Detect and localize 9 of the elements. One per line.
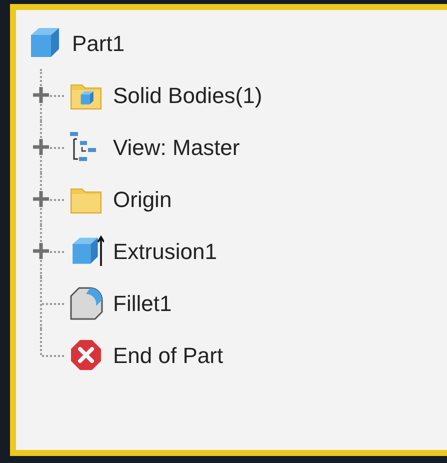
tree-item[interactable]: View: Master: [113, 130, 240, 164]
tree-item[interactable]: Origin: [113, 182, 172, 216]
stop-icon: [68, 337, 104, 373]
tree-item[interactable]: Solid Bodies(1): [113, 78, 262, 112]
fillet-icon: [68, 285, 104, 321]
tree-item[interactable]: End of Part: [113, 338, 224, 372]
tree-item[interactable]: Extrusion1: [113, 234, 217, 268]
tree-item[interactable]: Part1: [72, 26, 125, 60]
tree-item[interactable]: Fillet1: [113, 286, 172, 320]
